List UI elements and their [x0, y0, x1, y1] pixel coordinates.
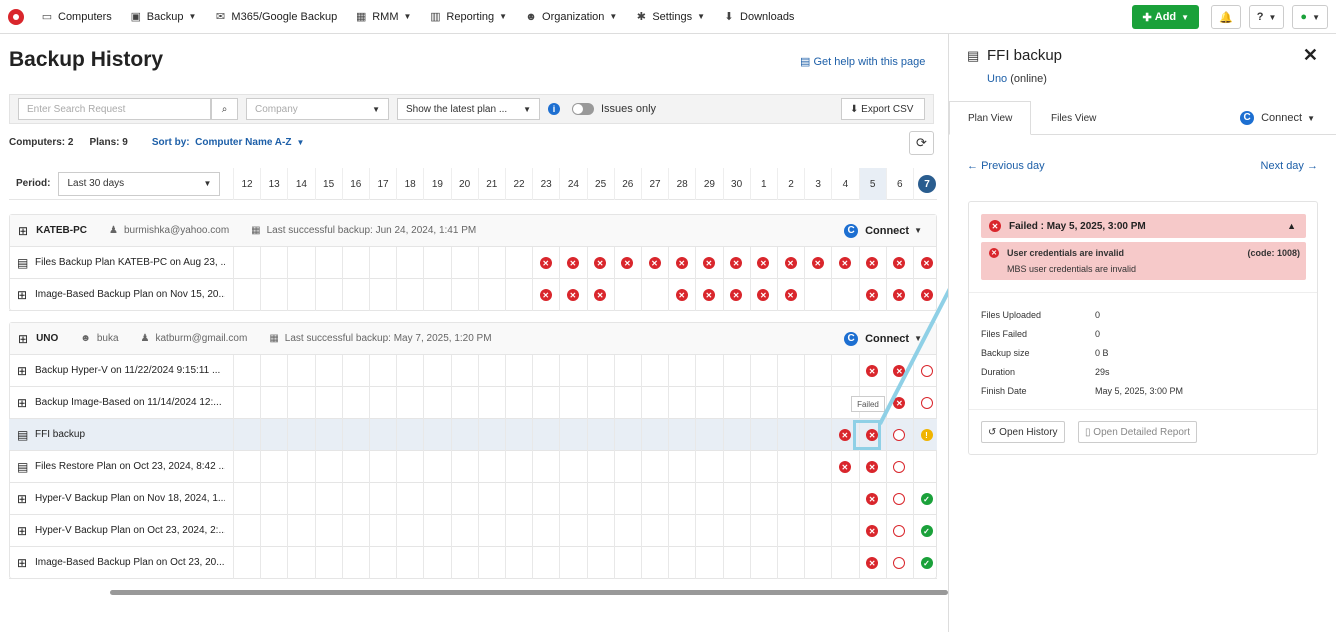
connect-icon: C: [1240, 111, 1255, 125]
plan-detail-panel: ▤ FFI backup ✕ Uno (online) Plan View Fi…: [948, 34, 1336, 632]
panel-connect-label: Connect: [1261, 112, 1303, 124]
detail-label: Finish Date: [981, 386, 1027, 396]
history-icon: ↺: [988, 426, 997, 438]
files-icon: ▤: [967, 48, 980, 63]
fail-title: Failed : May 5, 2025, 3:00 PM: [1009, 220, 1146, 232]
detail-label: Duration: [981, 367, 1016, 377]
detail-value: May 5, 2025, 3:00 PM: [1095, 386, 1184, 396]
panel-title: FFI backup: [987, 47, 1063, 64]
detail-value: 29s: [1095, 367, 1110, 377]
panel-connect-button[interactable]: C Connect ▼: [1222, 101, 1333, 135]
tab-files-view[interactable]: Files View: [1033, 101, 1114, 135]
report-icon: ▯: [1085, 426, 1091, 438]
detail-label: Files Failed: [981, 329, 1028, 339]
status-card: ✕ Failed : May 5, 2025, 3:00 PM ▲ ✕ User…: [968, 201, 1318, 455]
previous-day-link[interactable]: ← Previous day: [967, 160, 1045, 172]
next-day-label: Next day: [1260, 160, 1304, 172]
panel-tabs: Plan View Files View C Connect ▼: [949, 101, 1336, 135]
error-icon: ✕: [989, 248, 999, 258]
error-description: MBS user credentials are invalid: [1007, 264, 1137, 274]
open-history-button[interactable]: ↺ Open History: [981, 421, 1065, 443]
previous-day-label: Previous day: [981, 160, 1045, 172]
open-history-label: Open History: [999, 426, 1058, 438]
detail-label: Files Uploaded: [981, 310, 1042, 320]
computer-link[interactable]: Uno: [987, 73, 1007, 85]
fail-header[interactable]: ✕ Failed : May 5, 2025, 3:00 PM ▲: [981, 214, 1306, 238]
detail-value: 0 B: [1095, 348, 1109, 358]
detail-value: 0: [1095, 329, 1101, 339]
divider: [969, 409, 1317, 410]
online-status: (online): [1010, 73, 1047, 85]
detail-value: 0: [1095, 310, 1101, 320]
tab-plan-view-label: Plan View: [968, 112, 1013, 124]
detail-label: Backup size: [981, 348, 1030, 358]
next-day-link[interactable]: Next day →: [1261, 160, 1318, 172]
open-detailed-report-label: Open Detailed Report: [1093, 426, 1191, 438]
chevron-up-icon[interactable]: ▲: [1287, 221, 1296, 231]
open-detailed-report-button[interactable]: ▯ Open Detailed Report: [1078, 421, 1198, 443]
close-icon[interactable]: ✕: [1303, 45, 1318, 66]
panel-subtitle: Uno (online): [987, 73, 1047, 85]
error-title: User credentials are invalid: [1007, 248, 1125, 258]
horizontal-scrollbar[interactable]: [110, 590, 948, 595]
tab-plan-view[interactable]: Plan View: [949, 101, 1032, 135]
error-code: (code: 1008): [1247, 248, 1300, 258]
error-box: ✕ User credentials are invalid (code: 10…: [981, 242, 1306, 280]
divider: [969, 292, 1317, 293]
failed-icon: ✕: [989, 220, 1001, 232]
tab-files-view-label: Files View: [1051, 112, 1097, 124]
